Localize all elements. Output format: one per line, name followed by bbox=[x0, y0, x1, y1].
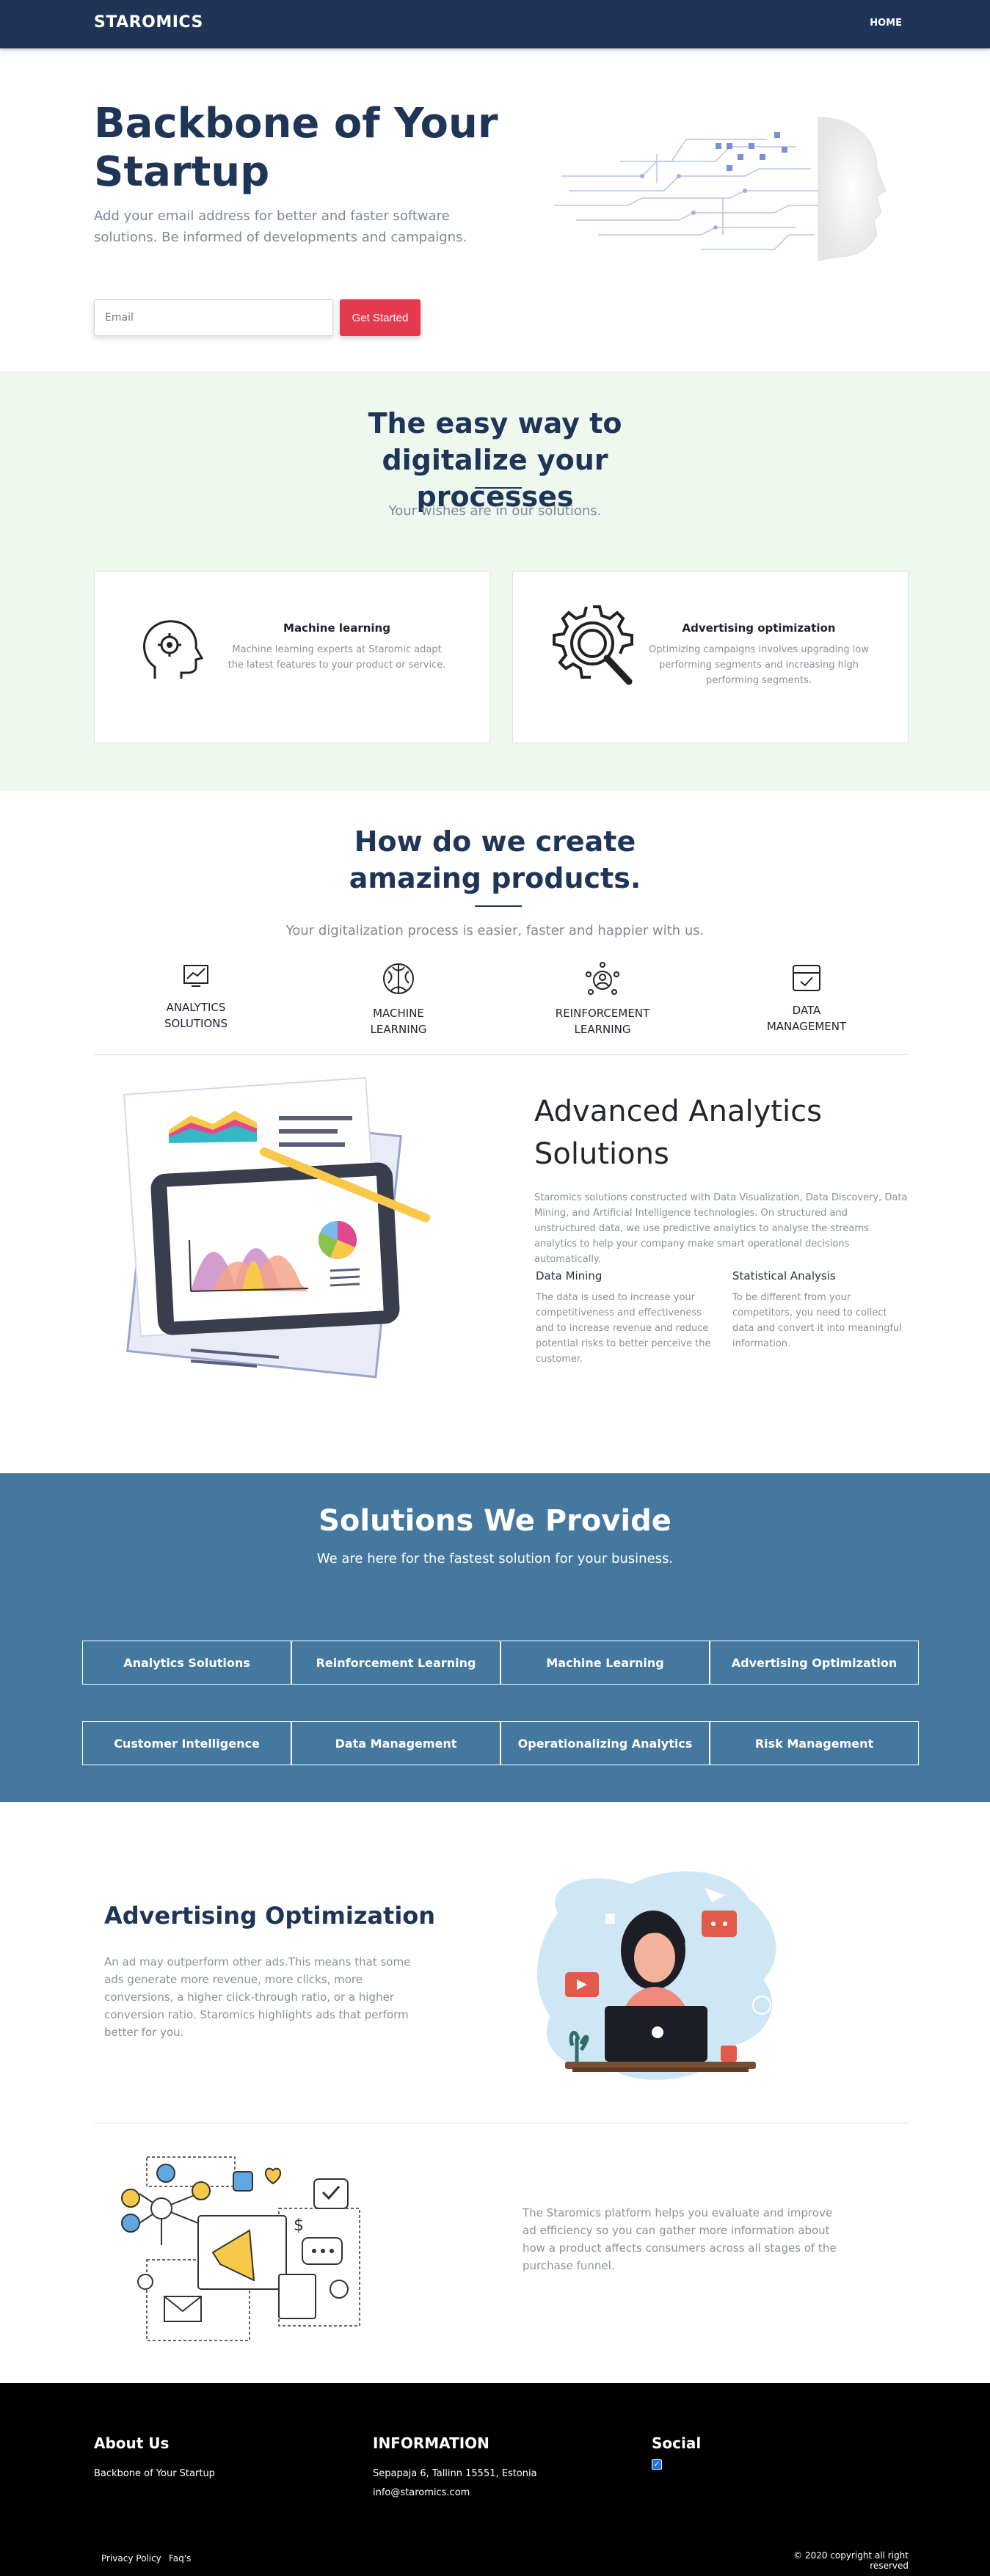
footer-faq-link[interactable]: Faq's bbox=[169, 2553, 191, 2564]
data-mining-title: Data Mining bbox=[536, 1269, 603, 1282]
footer-info-title: INFORMATION bbox=[373, 2434, 489, 2452]
data-box-icon bbox=[793, 965, 820, 991]
svg-text:$: $ bbox=[294, 2216, 304, 2235]
feature-card-machine-learning: Machine learning Machine learning expert… bbox=[94, 571, 490, 743]
top-navbar: STAROMICS HOME bbox=[0, 0, 990, 48]
footer bbox=[0, 2383, 990, 2576]
nav-link-home[interactable]: HOME bbox=[870, 18, 902, 29]
step-label: MACHINE LEARNING bbox=[370, 1007, 427, 1036]
footer-address: Sepapaja 6, Tallinn 15551, Estonia bbox=[373, 2468, 537, 2479]
brain-gear-icon bbox=[143, 620, 203, 679]
solution-operationalizing-analytics[interactable]: Operationalizing Analytics bbox=[501, 1721, 710, 1765]
footer-copyright: © 2020 copyright all right reserved bbox=[793, 2550, 909, 2571]
brand-logo[interactable]: STAROMICS bbox=[94, 13, 203, 32]
solution-machine-learning[interactable]: Machine Learning bbox=[501, 1641, 710, 1685]
gear-magnifier-icon bbox=[553, 605, 633, 685]
solution-advertising-optimization[interactable]: Advertising Optimization bbox=[710, 1641, 919, 1685]
hero-title: Backbone of Your Startup bbox=[94, 100, 498, 196]
footer-about-text: Backbone of Your Startup bbox=[94, 2468, 215, 2479]
card-title: Advertising optimization bbox=[682, 621, 836, 635]
statistical-analysis-title: Statistical Analysis bbox=[732, 1269, 836, 1282]
easy-subtitle: Your wishes are in our solutions. bbox=[388, 503, 602, 519]
footer-social-title: Social bbox=[652, 2434, 702, 2452]
solution-customer-intelligence[interactable]: Customer Intelligence bbox=[82, 1721, 291, 1765]
hero-subtitle: Add your email address for better and fa… bbox=[94, 208, 467, 245]
card-text: Optimizing campaigns involves upgrading … bbox=[649, 644, 869, 686]
step-machine-learning: MACHINE LEARNING bbox=[325, 961, 472, 1037]
title-divider bbox=[475, 487, 522, 489]
card-title: Machine learning bbox=[283, 621, 390, 635]
solutions-title: Solutions We Provide bbox=[319, 1504, 671, 1538]
step-label: ANALYTICS SOLUTIONS bbox=[164, 1001, 228, 1030]
step-label: REINFORCEMENT LEARNING bbox=[555, 1007, 650, 1036]
solutions-subtitle: We are here for the fastest solution for… bbox=[316, 1551, 674, 1566]
process-steps: ANALYTICS SOLUTIONS MACHINE LEARNING REI… bbox=[94, 961, 909, 1057]
card-text: Machine learning experts at Staromic ada… bbox=[228, 644, 446, 671]
step-analytics-solutions: ANALYTICS SOLUTIONS bbox=[123, 961, 269, 1032]
footer-email-link[interactable]: info@staromics.com bbox=[373, 2487, 470, 2498]
how-title: How do we create amazing products. bbox=[349, 825, 641, 894]
tablet-analytics-illustration bbox=[123, 1076, 430, 1379]
get-started-button[interactable]: Get Started bbox=[340, 299, 421, 336]
footer-privacy-link[interactable]: Privacy Policy bbox=[101, 2553, 161, 2564]
brain-icon bbox=[383, 963, 414, 994]
title-divider bbox=[475, 905, 522, 907]
marketing-network-illustration: $ bbox=[121, 2156, 360, 2341]
section-divider bbox=[94, 1054, 909, 1055]
step-reinforcement-learning: REINFORCEMENT LEARNING bbox=[529, 961, 676, 1037]
advertising-text: An ad may outperform other ads.This mean… bbox=[104, 1955, 411, 2039]
statistical-analysis-text: To be different from your competitors, y… bbox=[732, 1292, 902, 1349]
solution-data-management[interactable]: Data Management bbox=[291, 1721, 501, 1765]
email-input[interactable] bbox=[94, 299, 333, 336]
woman-laptop-illustration bbox=[536, 1871, 776, 2080]
analytics-icon bbox=[183, 965, 208, 987]
step-label: DATA MANAGEMENT bbox=[766, 1004, 847, 1033]
analytics-title: Advanced Analytics Solutions bbox=[534, 1095, 822, 1171]
step-data-management: DATA MANAGEMENT bbox=[733, 961, 880, 1035]
data-mining-text: The data is used to increase your compet… bbox=[536, 1292, 711, 1365]
solution-risk-management[interactable]: Risk Management bbox=[710, 1721, 919, 1765]
how-subtitle: Your digitalization process is easier, f… bbox=[285, 923, 705, 938]
feature-card-advertising: Advertising optimization Optimizing camp… bbox=[512, 571, 909, 743]
analytics-text: Staromics solutions constructed with Dat… bbox=[534, 1192, 908, 1265]
circuit-face-illustration bbox=[554, 117, 887, 261]
footer-about-title: About Us bbox=[94, 2434, 170, 2452]
network-person-icon bbox=[586, 962, 619, 995]
solution-analytics-solutions[interactable]: Analytics Solutions bbox=[82, 1641, 291, 1685]
advertising-title: Advertising Optimization bbox=[104, 1902, 436, 1930]
advertising-text-secondary: The Staromics platform helps you evaluat… bbox=[523, 2206, 837, 2272]
easy-title: The easy way to digitalize your processe… bbox=[368, 407, 622, 513]
social-checkbox-icon[interactable]: ✓ bbox=[652, 2459, 662, 2470]
solution-reinforcement-learning[interactable]: Reinforcement Learning bbox=[291, 1641, 501, 1685]
